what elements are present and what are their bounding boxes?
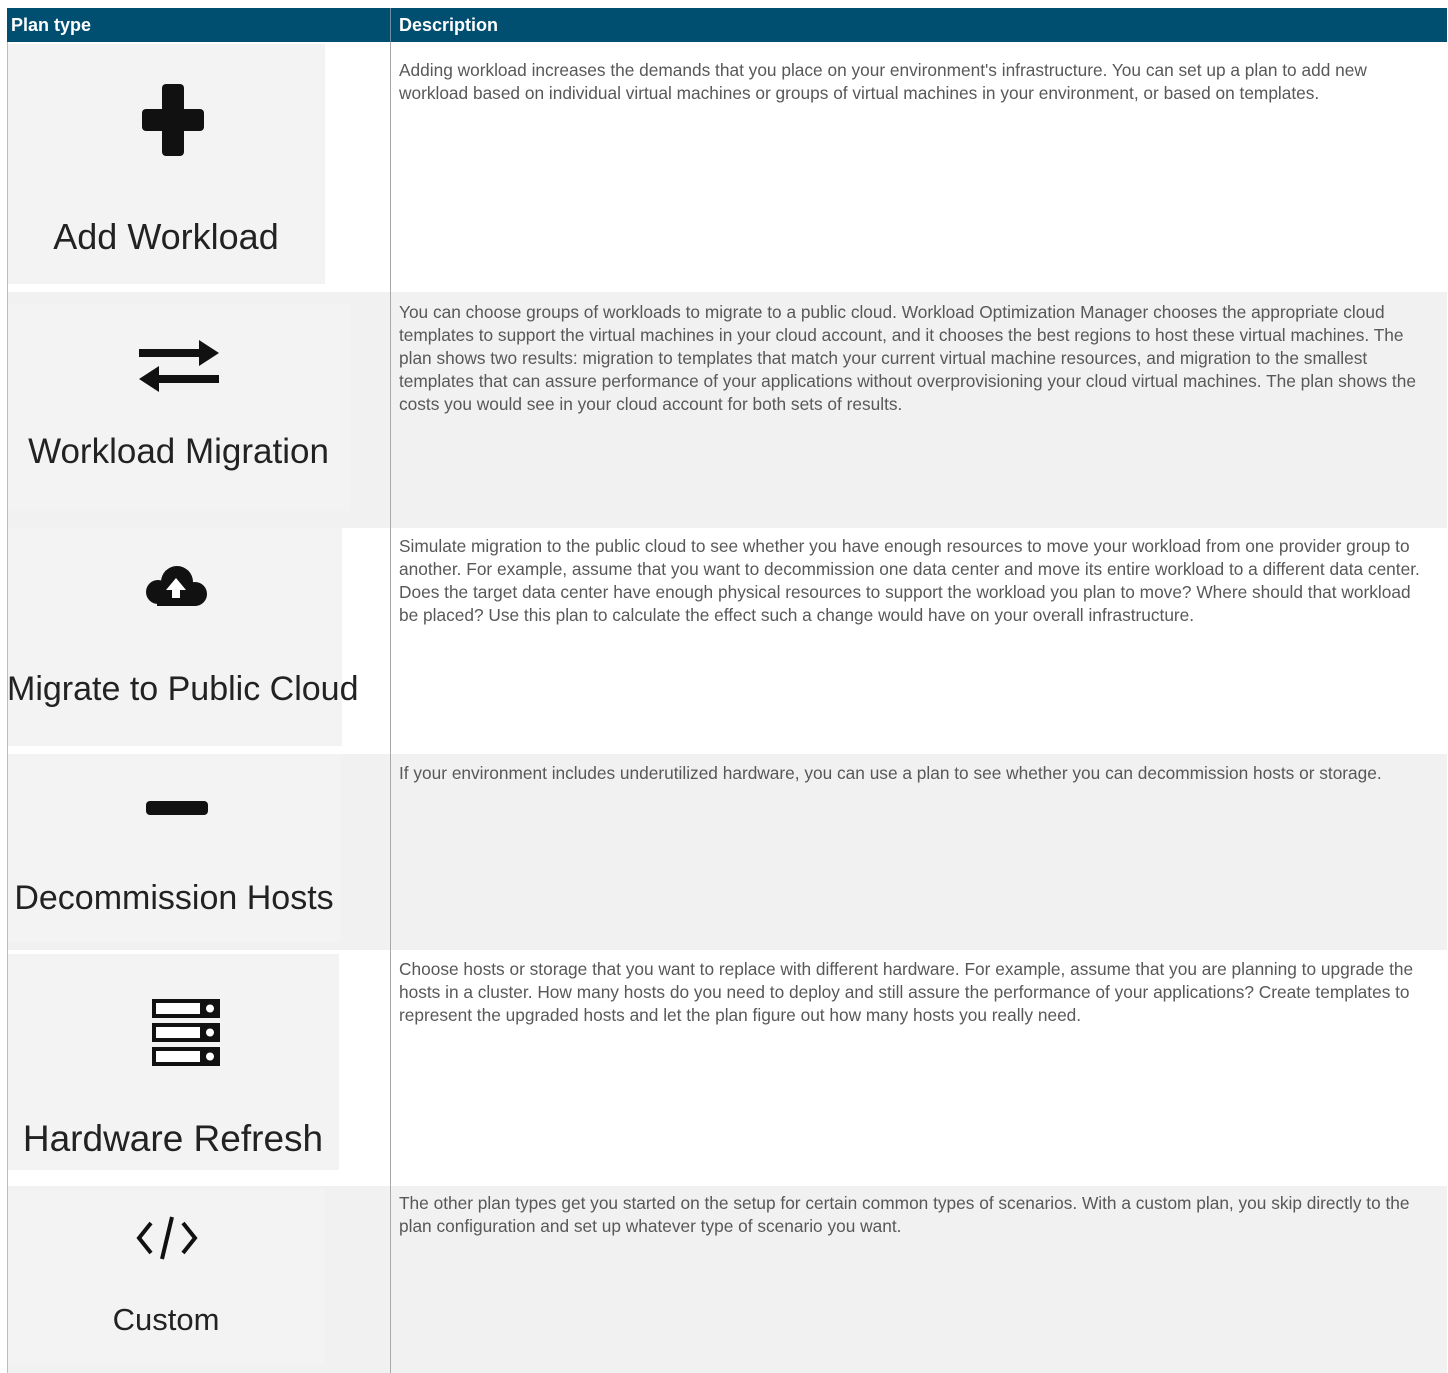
plan-tile-decommission-hosts: Decommission Hosts: [7, 754, 341, 942]
header-divider: [390, 8, 391, 42]
column-divider: [390, 42, 391, 1373]
plan-types-table: Plan type Description Add Workload Addin…: [7, 8, 1447, 1373]
plan-description: You can choose groups of workloads to mi…: [399, 302, 1416, 414]
header-description: Description: [399, 15, 499, 35]
minus-icon: [146, 801, 208, 820]
plan-label: Workload Migration: [28, 432, 329, 471]
table-row: Hardware Refresh Choose hosts or storage…: [7, 950, 1447, 1186]
code-icon: [136, 1215, 198, 1266]
table-header: Plan type Description: [7, 8, 1447, 42]
cloud-upload-icon: [143, 565, 209, 616]
table-row: Decommission Hosts If your environment i…: [7, 754, 1447, 950]
plan-label: Hardware Refresh: [22, 1118, 324, 1159]
table-left-border: [7, 42, 8, 1373]
plan-label: Decommission Hosts: [14, 879, 334, 917]
header-plan-type: Plan type: [11, 15, 92, 35]
plan-tile-custom: Custom: [7, 1189, 325, 1364]
plus-icon: [142, 84, 204, 161]
plan-tile-hardware-refresh: Hardware Refresh: [7, 954, 339, 1170]
server-stack-icon: [152, 999, 220, 1071]
plan-label: Custom: [112, 1302, 220, 1337]
swap-arrows-icon: [139, 336, 219, 401]
plan-label: Migrate to Public Cloud: [7, 670, 359, 708]
plan-description: If your environment includes underutiliz…: [399, 763, 1382, 783]
plan-tile-workload-migration: Workload Migration: [7, 304, 350, 511]
plan-tile-migrate-public-cloud: Migrate to Public Cloud: [7, 528, 359, 746]
table-row: Add Workload Adding workload increases t…: [7, 42, 1447, 292]
plan-label: Add Workload: [53, 216, 279, 257]
table-row: Workload Migration You can choose groups…: [7, 292, 1447, 528]
plan-description: Adding workload increases the demands th…: [399, 60, 1367, 103]
table-row: Custom The other plan types get you star…: [7, 1186, 1447, 1373]
plan-description: The other plan types get you started on …: [399, 1193, 1410, 1236]
table-row: Migrate to Public Cloud Simulate migrati…: [7, 528, 1447, 754]
plan-tile-add-workload: Add Workload: [7, 44, 325, 284]
plan-description: Simulate migration to the public cloud t…: [399, 536, 1420, 625]
plan-description: Choose hosts or storage that you want to…: [399, 959, 1414, 1025]
